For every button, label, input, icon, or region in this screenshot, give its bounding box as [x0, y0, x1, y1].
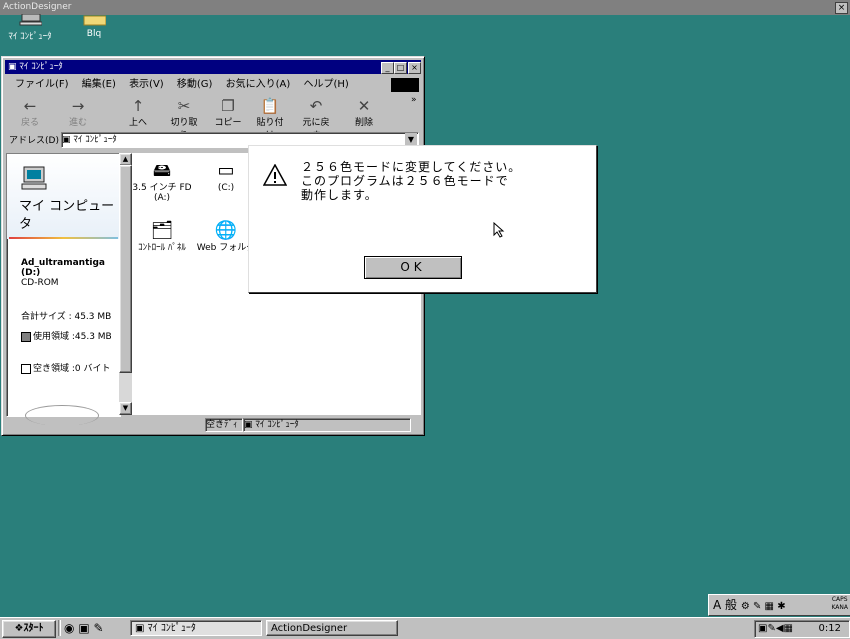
computer-icon: ▣	[62, 135, 74, 145]
computer-icon: ▣	[8, 62, 17, 72]
tray-icons: ▣✎◀▦	[758, 623, 793, 634]
address-value: ﾏｲ ｺﾝﾋﾟｭｰﾀ	[73, 135, 117, 145]
forward-arrow-icon: →	[71, 97, 85, 115]
drive-type: CD-ROM	[21, 278, 59, 288]
maximize-button[interactable]: □	[394, 62, 407, 74]
item-floppy[interactable]: 🖴 3.5 インチ FD (A:)	[132, 159, 192, 203]
quick-launch: ◉ ▣ ✎	[64, 621, 104, 635]
computer-icon	[21, 166, 47, 190]
copy-icon: ❐	[221, 97, 235, 115]
scroll-thumb[interactable]	[119, 165, 132, 373]
outer-titlebar: ActionDesigner	[0, 0, 850, 15]
back-button[interactable]: ← 戻る	[13, 97, 47, 128]
computer-icon	[19, 13, 43, 26]
item-drive-c[interactable]: ▭ (C:)	[196, 159, 256, 193]
menubar: ファイル(F) 編集(E) 表示(V) 移動(G) お気に入り(A) ヘルプ(H…	[5, 77, 421, 93]
delete-button[interactable]: ✕ 削除	[347, 97, 381, 128]
statusbar: 空きﾃﾞｨ ▣ ﾏｲ ｺﾝﾋﾟｭｰﾀ	[5, 418, 421, 432]
outer-close-button[interactable]: ×	[835, 2, 848, 14]
explorer-title: ﾏｲ ｺﾝﾋﾟｭｰﾀ	[19, 62, 63, 72]
menu-go[interactable]: 移動(G)	[177, 79, 213, 90]
scroll-down-button[interactable]: ▼	[119, 402, 132, 415]
menu-edit[interactable]: 編集(E)	[82, 79, 116, 90]
web-folder-icon: 🌐	[214, 220, 238, 241]
computer-icon: ▣	[244, 420, 256, 430]
up-button[interactable]: ↑ 上へ	[121, 97, 155, 128]
task-actiondesigner[interactable]: ActionDesigner	[266, 620, 398, 636]
up-folder-icon: ↑	[131, 97, 145, 115]
mouse-cursor-icon	[493, 222, 505, 238]
scissors-icon: ✂	[177, 97, 191, 115]
status-location: ▣ ﾏｲ ｺﾝﾋﾟｭｰﾀ	[243, 418, 411, 432]
desktop-icon-my-computer[interactable]: ﾏｲ ｺﾝﾋﾟｭｰﾀ	[2, 13, 58, 42]
minimize-button[interactable]: _	[381, 62, 394, 74]
drive-name: Ad_ultramantiga (D:)	[21, 258, 105, 278]
menu-help[interactable]: ヘルプ(H)	[304, 79, 349, 90]
total-size: 合計サイズ : 45.3 MB	[21, 312, 112, 322]
hard-drive-icon: ▭	[217, 160, 235, 181]
delete-x-icon: ✕	[357, 97, 371, 115]
task-my-computer[interactable]: ▣ ﾏｲ ｺﾝﾋﾟｭｰﾀ	[130, 620, 262, 636]
info-heading: マイ コンピュータ	[19, 199, 115, 232]
forward-button[interactable]: → 進む	[61, 97, 95, 128]
taskbar-divider	[58, 620, 61, 636]
alert-dialog: ２５６色モードに変更してください。 このプログラムは２５６色モードで 動作します…	[248, 145, 597, 293]
undo-icon: ↶	[309, 97, 323, 115]
computer-icon: ▣	[135, 623, 148, 634]
desktop-icon-folder[interactable]: Blq	[74, 14, 114, 39]
menu-favorites[interactable]: お気に入り(A)	[226, 79, 291, 90]
status-free: 空きﾃﾞｨ	[205, 418, 243, 432]
copy-button[interactable]: ❐ コピー	[211, 97, 245, 128]
warning-icon	[263, 164, 287, 186]
close-button[interactable]: ×	[408, 62, 421, 74]
divider	[9, 237, 118, 239]
item-web-folder[interactable]: 🌐 Web フォルダ	[196, 219, 256, 253]
menu-view[interactable]: 表示(V)	[129, 79, 164, 90]
ime-mode: A 般	[713, 598, 738, 612]
address-label: アドレス(D)	[9, 136, 59, 146]
browser-icon[interactable]: ◉	[64, 621, 74, 635]
floppy-icon: 🖴	[152, 160, 172, 181]
taskbar: ❖ｽﾀｰﾄ ◉ ▣ ✎ ▣ ﾏｲ ｺﾝﾋﾟｭｰﾀ ActionDesigner …	[0, 617, 850, 639]
ok-button[interactable]: OK	[364, 256, 462, 279]
desktop-icon[interactable]: ▣	[78, 621, 89, 635]
used-space: 使用領域 :45.3 MB	[33, 332, 112, 342]
info-scrollbar[interactable]: ▲ ▼	[119, 153, 132, 415]
system-tray: ▣✎◀▦ 0:12	[754, 620, 850, 638]
explorer-titlebar: ▣ ﾏｲ ｺﾝﾋﾟｭｰﾀ _ □ ×	[5, 60, 421, 74]
control-panel-icon: 🗂	[150, 220, 174, 241]
info-pane: マイ コンピュータ Ad_ultramantiga (D:) CD-ROM 合計…	[6, 153, 121, 426]
start-button[interactable]: ❖ｽﾀｰﾄ	[2, 620, 56, 638]
ime-toolbar[interactable]: A 般 ⚙ ✎ ▦ ✱ CAPS KANA	[708, 594, 850, 616]
toolbar: ←戻る →進む ↑上へ ✂切り取り ❐コピー 📋貼り付け ↶元に戻す ✕削除 »	[5, 95, 421, 141]
back-arrow-icon: ←	[23, 97, 37, 115]
free-space: 空き領域 :0 バイト	[33, 364, 111, 374]
dialog-message: ２５６色モードに変更してください。 このプログラムは２５６色モードで 動作します…	[301, 160, 522, 202]
caps-kana-indicator: CAPS KANA	[831, 596, 848, 611]
folder-icon	[83, 15, 107, 26]
paste-icon: 📋	[260, 97, 280, 115]
outer-title-text: ActionDesigner	[3, 2, 72, 12]
item-control-panel[interactable]: 🗂 ｺﾝﾄﾛｰﾙ ﾊﾟﾈﾙ	[132, 219, 192, 253]
toolbar-overflow-icon[interactable]: »	[411, 95, 417, 105]
ime-tool-icons: ⚙ ✎ ▦ ✱	[740, 601, 786, 612]
menu-file[interactable]: ファイル(F)	[15, 79, 69, 90]
clock: 0:12	[818, 623, 841, 634]
channel-icon[interactable]: ✎	[93, 621, 103, 635]
windows-logo-icon	[391, 78, 419, 92]
